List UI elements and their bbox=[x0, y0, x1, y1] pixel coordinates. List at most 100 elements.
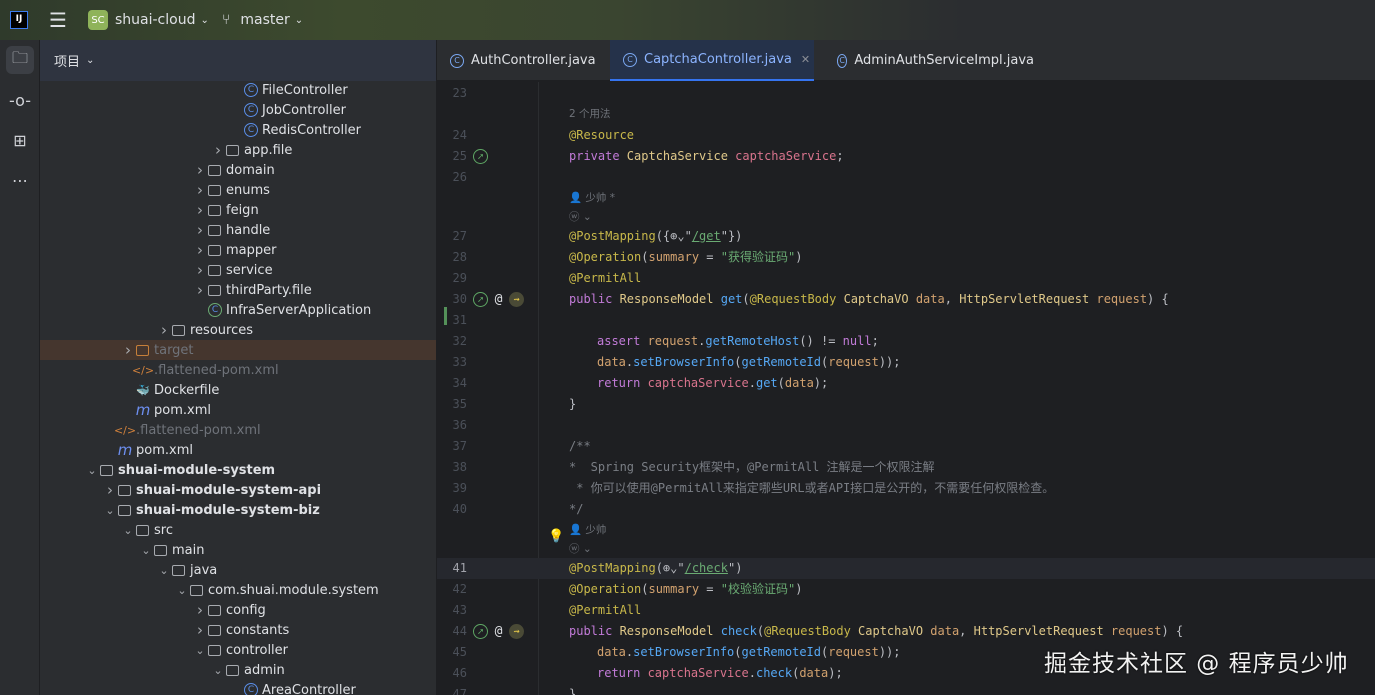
main-menu-button[interactable]: ☰ bbox=[49, 0, 67, 40]
folder-icon bbox=[172, 564, 185, 576]
tree-item[interactable]: › service bbox=[40, 260, 436, 280]
tree-item-label: constants bbox=[226, 622, 290, 638]
module-folder-icon bbox=[118, 504, 131, 516]
tree-item[interactable]: › handle bbox=[40, 220, 436, 240]
chevron-down-icon[interactable]: ⌄ bbox=[104, 504, 116, 517]
chevron-right-icon[interactable]: › bbox=[158, 321, 170, 339]
tree-item[interactable]: ⌄ shuai-module-system-biz bbox=[40, 500, 436, 520]
tree-item-label: target bbox=[154, 342, 194, 358]
tree-item[interactable]: m pom.xml bbox=[40, 400, 436, 420]
at-gutter-icon[interactable]: @ bbox=[491, 292, 506, 307]
tree-item[interactable]: </> .flattened-pom.xml bbox=[40, 420, 436, 440]
chevron-right-icon[interactable]: › bbox=[194, 161, 206, 179]
chevron-right-icon[interactable]: › bbox=[194, 281, 206, 299]
xml-file-icon: </> bbox=[131, 363, 155, 377]
inlay-hint-text[interactable]: 👤 少帅 * bbox=[569, 188, 615, 209]
tree-item[interactable]: ⌄ shuai-module-system bbox=[40, 460, 436, 480]
chevron-right-icon[interactable]: › bbox=[194, 601, 206, 619]
tree-item[interactable]: › enums bbox=[40, 180, 436, 200]
tree-item[interactable]: ⌄ java bbox=[40, 560, 436, 580]
structure-tool-button[interactable]: ⊞ bbox=[6, 126, 34, 154]
chevron-right-icon[interactable]: › bbox=[194, 241, 206, 259]
code-token: setBrowserInfo bbox=[633, 355, 735, 369]
tree-item[interactable]: › thirdParty.file bbox=[40, 280, 436, 300]
tree-item[interactable]: › mapper bbox=[40, 240, 436, 260]
inlay-hint-text[interactable]: ⓦ ⌄ bbox=[569, 541, 592, 558]
more-tools-button[interactable]: ⋯ bbox=[6, 166, 34, 194]
project-panel-header[interactable]: 项目 ⌄ bbox=[40, 40, 436, 81]
tree-item[interactable]: › config bbox=[40, 600, 436, 620]
endpoint-gutter-icon[interactable]: ⇝ bbox=[509, 292, 524, 307]
chevron-down-icon[interactable]: ⌄ bbox=[194, 644, 206, 657]
close-icon[interactable]: ✕ bbox=[801, 53, 810, 66]
chevron-down-icon[interactable]: ⌄ bbox=[86, 464, 98, 477]
tree-item[interactable]: › app.file bbox=[40, 140, 436, 160]
chevron-right-icon[interactable]: › bbox=[212, 141, 224, 159]
tree-item[interactable]: 🐳 Dockerfile bbox=[40, 380, 436, 400]
tree-item[interactable]: ⌄ src bbox=[40, 520, 436, 540]
tree-item[interactable]: ⌄ admin bbox=[40, 660, 436, 680]
at-gutter-icon[interactable]: @ bbox=[491, 624, 506, 639]
tree-item[interactable]: C InfraServerApplication bbox=[40, 300, 436, 320]
code-token: ( bbox=[756, 624, 765, 638]
code-text: @Operation(summary = "获得验证码") bbox=[569, 247, 802, 268]
tab-authcontroller[interactable]: C AuthController.java bbox=[437, 40, 605, 81]
tab-captchacontroller[interactable]: C CaptchaController.java ✕ bbox=[610, 40, 814, 81]
tree-item[interactable]: </> .flattened-pom.xml bbox=[40, 360, 436, 380]
app-logo: IJ bbox=[10, 11, 28, 29]
inlay-hint-text[interactable]: ⓦ ⌄ bbox=[569, 209, 592, 226]
code-line: 42 @Operation(summary = "校验验证码") bbox=[437, 579, 1375, 600]
line-number: 29 bbox=[452, 271, 467, 285]
code-editor[interactable]: 23 2 个用法 24 @Resource 25 ➚ private CaptchaServ… bbox=[437, 82, 1375, 695]
tree-item[interactable]: C JobController bbox=[40, 100, 436, 120]
chevron-right-icon[interactable]: › bbox=[194, 181, 206, 199]
tree-item-label: pom.xml bbox=[154, 402, 211, 418]
tree-item[interactable]: › resources bbox=[40, 320, 436, 340]
chevron-right-icon[interactable]: › bbox=[194, 621, 206, 639]
bean-gutter-icon[interactable]: ➚ bbox=[473, 292, 488, 307]
tree-item[interactable]: m pom.xml bbox=[40, 440, 436, 460]
tree-item[interactable]: C AreaController bbox=[40, 680, 436, 695]
tab-adminauthserviceimpl[interactable]: C AdminAuthServiceImpl.java bbox=[824, 40, 1034, 81]
tree-item[interactable]: C FileController bbox=[40, 80, 436, 100]
tree-item[interactable]: ⌄ main bbox=[40, 540, 436, 560]
code-token: public bbox=[569, 624, 620, 638]
code-token: ); bbox=[813, 376, 829, 390]
chevron-down-icon[interactable]: ⌄ bbox=[140, 544, 152, 557]
tree-item[interactable]: C RedisController bbox=[40, 120, 436, 140]
hamburger-icon: ☰ bbox=[49, 8, 67, 32]
chevron-down-icon[interactable]: ⌄ bbox=[176, 584, 188, 597]
project-tool-button[interactable]: 🗀 bbox=[6, 46, 34, 74]
code-line: 30 ➚ @ ⇝ public ResponseModel get(@RequestBo… bbox=[437, 289, 1375, 310]
tree-item[interactable]: ⌄ controller bbox=[40, 640, 436, 660]
tree-item[interactable]: › shuai-module-system-api bbox=[40, 480, 436, 500]
endpoint-gutter-icon[interactable]: ⇝ bbox=[509, 624, 524, 639]
tree-item[interactable]: › target bbox=[40, 340, 436, 360]
inlay-hint-text[interactable]: 2 个用法 bbox=[569, 104, 611, 125]
branch-selector[interactable]: ⑂ master ⌄ bbox=[222, 0, 303, 40]
tree-item[interactable]: › constants bbox=[40, 620, 436, 640]
chevron-down-icon[interactable]: ⌄ bbox=[122, 524, 134, 537]
tree-item[interactable]: ⌄ com.shuai.module.system bbox=[40, 580, 436, 600]
tree-item[interactable]: › domain bbox=[40, 160, 436, 180]
code-token: ") bbox=[727, 561, 743, 575]
project-selector[interactable]: SC shuai-cloud ⌄ bbox=[88, 0, 209, 40]
code-token: request bbox=[828, 355, 879, 369]
commit-tool-button[interactable]: -o- bbox=[6, 86, 34, 114]
chevron-right-icon[interactable]: › bbox=[194, 221, 206, 239]
line-number: 34 bbox=[452, 376, 467, 390]
folder-icon bbox=[208, 184, 221, 196]
bean-gutter-icon[interactable]: ➚ bbox=[473, 149, 488, 164]
chevron-right-icon[interactable]: › bbox=[194, 201, 206, 219]
chevron-right-icon[interactable]: › bbox=[104, 481, 116, 499]
tree-item[interactable]: › feign bbox=[40, 200, 436, 220]
code-token: "校验验证码" bbox=[720, 582, 796, 596]
chevron-down-icon[interactable]: ⌄ bbox=[158, 564, 170, 577]
inlay-hint-text[interactable]: 👤 少帅 bbox=[569, 520, 606, 541]
code-line: 35} bbox=[437, 394, 1375, 415]
bean-gutter-icon[interactable]: ➚ bbox=[473, 624, 488, 639]
chevron-right-icon[interactable]: › bbox=[122, 341, 134, 359]
chevron-down-icon[interactable]: ⌄ bbox=[212, 664, 224, 677]
folder-icon bbox=[208, 604, 221, 616]
chevron-right-icon[interactable]: › bbox=[194, 261, 206, 279]
